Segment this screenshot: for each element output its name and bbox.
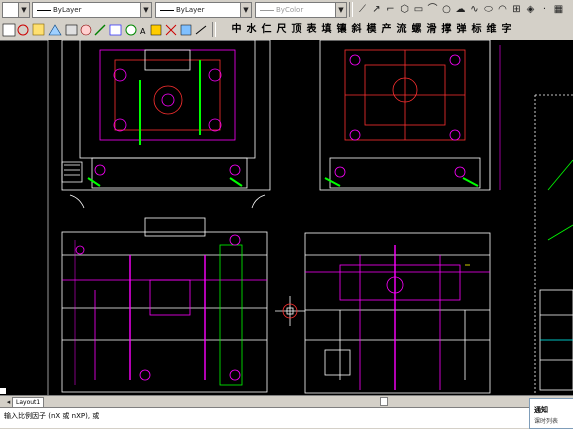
cad-drawing: [0, 40, 573, 395]
linetype-combo[interactable]: ByLayer ▼: [32, 2, 152, 18]
circle-icon[interactable]: ○: [440, 3, 453, 16]
popup-subtitle: 课时列表: [534, 418, 559, 425]
mold-tool-water[interactable]: 水: [245, 23, 258, 37]
move-icon: [80, 24, 92, 36]
mold-tool-dimension-2[interactable]: 维: [485, 23, 498, 37]
polyline-icon[interactable]: ⌐: [384, 3, 397, 16]
popup-title: 通知: [534, 406, 548, 414]
copy-icon: [17, 24, 29, 36]
chamfer-icon: [195, 25, 207, 35]
lineweight-combo[interactable]: ByLayer ▼: [155, 2, 252, 18]
properties-toolbar: ▼ ByLayer ▼ ByLayer ▼ ByColor ▼ ⟋ ↗ ⌐ ⬡ …: [0, 0, 573, 21]
make-block-icon[interactable]: ◈: [524, 3, 537, 16]
line-icon[interactable]: ⟋: [356, 3, 369, 16]
chevron-down-icon: ▼: [18, 3, 29, 17]
mold-tool-screw[interactable]: 螺: [410, 23, 423, 37]
ellipse-arc-icon[interactable]: ◠: [496, 3, 509, 16]
insert-block-icon[interactable]: ⊞: [510, 3, 523, 16]
mold-tool-center[interactable]: 中: [230, 23, 243, 37]
mold-view-top-right: [319, 40, 501, 191]
chevron-down-icon: ▼: [140, 3, 151, 17]
title-block-partial: [534, 94, 573, 395]
modify-toolbar-icons: A: [2, 23, 207, 37]
layer-combo[interactable]: ▼: [2, 2, 30, 18]
ellipse-icon[interactable]: ⬭: [482, 3, 495, 16]
notification-popup[interactable]: 通知 课时列表: [529, 398, 573, 429]
spline-icon[interactable]: ∿: [468, 3, 481, 16]
mold-view-bottom-left: [61, 217, 268, 393]
linetype-value: ByLayer: [53, 6, 82, 14]
command-line[interactable]: 输入比例因子 (nX 或 nXP), 或: [0, 407, 573, 428]
erase-icon: [2, 23, 16, 37]
construction-line-icon[interactable]: ↗: [370, 3, 383, 16]
point-icon[interactable]: ·: [538, 3, 551, 16]
mold-tool-support[interactable]: 撑: [440, 23, 453, 37]
drawing-canvas[interactable]: [0, 40, 573, 395]
trim-icon: [150, 24, 162, 36]
rectangle-icon[interactable]: ▭: [412, 3, 425, 16]
rotate-icon: [94, 24, 106, 36]
mold-tool-slider[interactable]: 滑: [425, 23, 438, 37]
separator: [212, 22, 216, 37]
mold-tool-core[interactable]: 仁: [260, 23, 273, 37]
polygon-icon[interactable]: ⬡: [398, 3, 411, 16]
mold-tool-insert[interactable]: 镶: [335, 23, 348, 37]
command-prompt: 输入比例因子 (nX 或 nXP), 或: [4, 412, 100, 420]
mold-view-bottom-right: [304, 232, 491, 394]
arc-icon[interactable]: ⌒: [426, 3, 439, 16]
array-icon: [65, 24, 78, 36]
mirror-icon: [32, 23, 45, 36]
mold-tool-text[interactable]: 字: [500, 23, 513, 37]
crosshair-cursor: [275, 296, 305, 326]
mold-toolbar: A 中 水 仁 尺 顶 表 填 镶 斜 模 产 流 螺 滑 撑 弹 标 维 字: [0, 20, 573, 41]
ucs-icon: [0, 388, 6, 394]
mold-tool-product[interactable]: 产: [380, 23, 393, 37]
mold-view-top-left: [0, 40, 271, 395]
mold-tool-ejector[interactable]: 顶: [290, 23, 303, 37]
offset-icon: [48, 24, 62, 36]
break-icon: [180, 24, 192, 36]
color-combo[interactable]: ByColor ▼: [255, 2, 347, 18]
scroll-arrow-icon[interactable]: [380, 397, 388, 406]
hatch-icon[interactable]: ▦: [552, 3, 565, 16]
stretch-icon: [125, 24, 137, 36]
text-style-icon: A: [140, 27, 146, 36]
chevron-down-icon: ▼: [335, 3, 346, 17]
cloud-icon[interactable]: ☁: [454, 3, 467, 16]
mold-tool-standard[interactable]: 标: [470, 23, 483, 37]
scale-icon: [109, 24, 122, 36]
mold-tool-mold[interactable]: 模: [365, 23, 378, 37]
mold-tool-table[interactable]: 表: [305, 23, 318, 37]
mold-tool-fill[interactable]: 填: [320, 23, 333, 37]
separator: [349, 2, 353, 17]
mold-tool-spring[interactable]: 弹: [455, 23, 468, 37]
mold-tool-slanted[interactable]: 斜: [350, 23, 363, 37]
lineweight-value: ByLayer: [176, 6, 205, 14]
extend-icon: [165, 24, 177, 36]
chevron-down-icon: ▼: [240, 3, 251, 17]
mold-tool-dimension[interactable]: 尺: [275, 23, 288, 37]
color-value: ByColor: [276, 6, 304, 14]
mold-tool-runner[interactable]: 流: [395, 23, 408, 37]
